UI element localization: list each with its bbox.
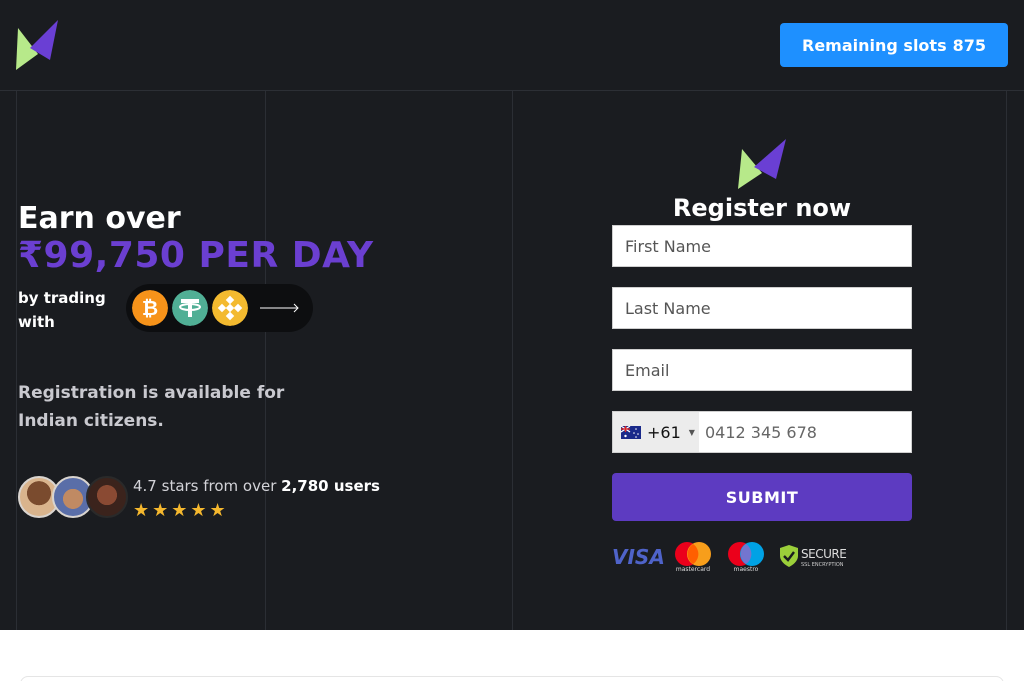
svg-text:₿: ₿: [142, 296, 158, 320]
grid-line: [265, 91, 266, 630]
star-rating-icon: ★★★★★: [133, 500, 229, 521]
content-card-edge: [20, 676, 1004, 681]
rating-prefix: 4.7 stars from over: [133, 477, 277, 495]
brand-logo-icon[interactable]: [16, 20, 58, 70]
australia-flag-icon: [621, 425, 641, 439]
hero-section: Earn over ₹99,750 PER DAY by trading wit…: [0, 91, 1024, 630]
register-title: Register now: [672, 194, 852, 222]
country-code-select[interactable]: +61 ▼: [613, 412, 699, 452]
rating-text: 4.7 stars from over 2,780 users: [133, 477, 380, 495]
shield-check-icon: [780, 545, 798, 567]
by-trading-text: by trading with: [18, 289, 106, 331]
avatar: [86, 476, 128, 518]
site-header: Remaining slots 875: [0, 0, 1024, 91]
grid-line: [1006, 91, 1007, 630]
email-field[interactable]: [612, 349, 912, 391]
payment-logos: VISA mastercard maestro SECURE SSL ENCRY…: [612, 539, 852, 579]
secure-badge: SECURE SSL ENCRYPTION: [780, 543, 852, 573]
brand-logo-icon: [738, 139, 786, 189]
arrow-right-icon: [260, 303, 299, 313]
visa-logo: VISA: [612, 545, 665, 569]
binance-icon: [212, 290, 248, 326]
rating-users: 2,780 users: [281, 477, 380, 495]
registration-note: Registration is available for Indian cit…: [18, 383, 285, 431]
caret-down-icon: ▼: [688, 427, 695, 437]
phone-field-group: +61 ▼: [612, 411, 912, 453]
submit-button[interactable]: SUBMIT: [612, 473, 912, 521]
earn-amount: ₹99,750 PER DAY: [18, 235, 374, 276]
bitcoin-icon: ₿: [132, 290, 168, 326]
mastercard-label: mastercard: [675, 566, 711, 573]
grid-line: [16, 91, 17, 630]
tether-icon: [172, 290, 208, 326]
phone-field[interactable]: [699, 412, 911, 452]
crypto-coins-pill: ₿: [126, 284, 313, 332]
grid-line: [512, 91, 513, 630]
country-code: +61: [647, 422, 681, 442]
maestro-label: maestro: [733, 566, 759, 573]
user-avatars: [18, 476, 128, 520]
remaining-slots-button[interactable]: Remaining slots 875: [780, 23, 1008, 67]
slots-label: Remaining slots: [802, 35, 947, 55]
first-name-field[interactable]: [612, 225, 912, 267]
last-name-field[interactable]: [612, 287, 912, 329]
slots-count: 875: [952, 35, 986, 55]
secure-subtitle: SSL ENCRYPTION: [801, 562, 844, 568]
secure-title: SECURE: [801, 547, 847, 561]
earn-heading: Earn over: [18, 201, 181, 236]
